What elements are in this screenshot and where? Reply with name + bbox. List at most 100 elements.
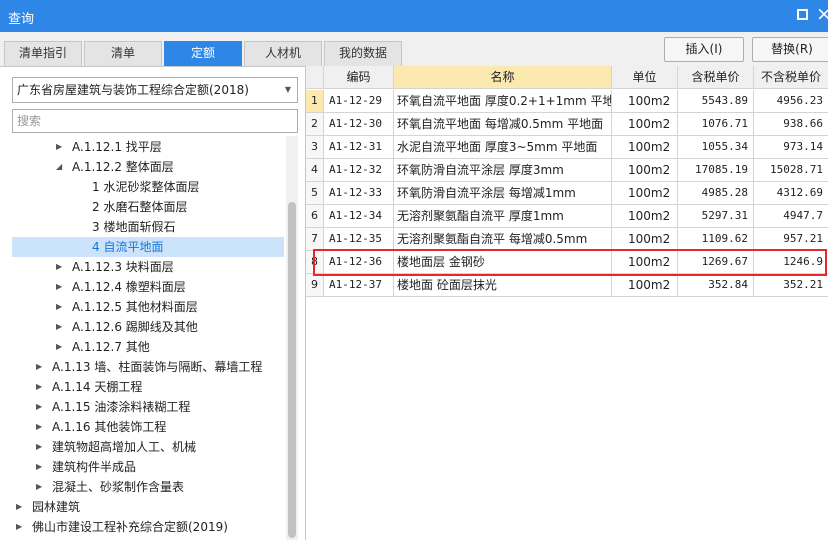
tab-list-guide[interactable]: 清单指引 [4, 41, 82, 66]
column-header[interactable]: 不含税单价 [754, 66, 828, 89]
table-row[interactable]: 6 A1-12-34 无溶剂聚氨酯自流平 厚度1mm 100m2 5297.31 4947… [306, 205, 828, 228]
tree-item-label: 1 水泥砂浆整体面层 [92, 180, 200, 194]
tree-item[interactable]: ▶ 建筑构件半成品 [12, 457, 284, 477]
search-input[interactable]: 搜索 [12, 109, 298, 133]
cell-name: 楼地面 砼面层抹光 [394, 274, 612, 297]
table-row[interactable]: 4 A1-12-32 环氧防滑自流平涂层 厚度3mm 100m2 17085.19 150… [306, 159, 828, 182]
tree-item[interactable]: 2 水磨石整体面层 [12, 197, 284, 217]
tree-item[interactable]: ▶ 混凝土、砂浆制作含量表 [12, 477, 284, 497]
expand-icon[interactable]: ▶ [56, 137, 62, 157]
tree-item[interactable]: ▶ 佛山市建设工程补充综合定额(2019) [12, 517, 284, 537]
tree-item[interactable]: ▶ A.1.13 墙、柱面装饰与隔断、幕墙工程 [12, 357, 284, 377]
table-row[interactable]: 1 A1-12-29 环氧自流平地面 厚度0.2+1+1mm 平地面 100m2 554… [306, 90, 828, 113]
cell-name: 无溶剂聚氨酯自流平 厚度1mm [394, 205, 612, 228]
tree-item[interactable]: ▶ A.1.12.5 其他材料面层 [12, 297, 284, 317]
tab-list[interactable]: 清单 [84, 41, 162, 66]
cell-code: A1-12-35 [324, 228, 394, 251]
cell-price-notax: 973.14 [754, 136, 828, 159]
cell-price-notax: 4312.69 [754, 182, 828, 205]
tree-item-label: A.1.12.1 找平层 [72, 140, 162, 154]
quota-table: 编码 名称 单位 含税单价 不含税单价 1 A1-12-29 环氧自流平地面 厚度0.2+1+… [305, 66, 828, 540]
tree-item-label: A.1.12.7 其他 [72, 340, 150, 354]
tree-scrollbar[interactable] [286, 136, 298, 540]
cell-name: 无溶剂聚氨酯自流平 每增减0.5mm [394, 228, 612, 251]
table-row[interactable]: 7 A1-12-35 无溶剂聚氨酯自流平 每增减0.5mm 100m2 1109.62 9… [306, 228, 828, 251]
cell-unit: 100m2 [612, 159, 678, 182]
tree-item[interactable]: ▶ A.1.12.1 找平层 [12, 137, 284, 157]
table-row[interactable]: 3 A1-12-31 水泥自流平地面 厚度3~5mm 平地面 100m2 1055.34… [306, 136, 828, 159]
replace-button[interactable]: 替换(R) [752, 37, 828, 62]
cell-price-tax: 352.84 [678, 274, 754, 297]
tree-item[interactable]: 1 水泥砂浆整体面层 [12, 177, 284, 197]
insert-button[interactable]: 插入(I) [664, 37, 744, 62]
expand-icon[interactable]: ▶ [56, 317, 62, 337]
expand-icon[interactable]: ▶ [56, 277, 62, 297]
tree-item-label: A.1.14 天棚工程 [52, 380, 143, 394]
table-row[interactable]: 9 A1-12-37 楼地面 砼面层抹光 100m2 352.84 352.21 [306, 274, 828, 297]
window-title: 查询 [8, 12, 35, 27]
restore-icon[interactable] [797, 9, 808, 20]
cell-no: 2 [306, 113, 324, 136]
expand-icon[interactable]: ▶ [36, 357, 42, 377]
tree-item[interactable]: 4 自流平地面 [12, 237, 284, 257]
cell-code: A1-12-29 [324, 90, 394, 113]
scrollbar-thumb[interactable] [288, 202, 296, 538]
tab-my-data[interactable]: 我的数据 [324, 41, 402, 66]
tree-item[interactable]: ▶ A.1.12.4 橡塑料面层 [12, 277, 284, 297]
tree-item-label: 混凝土、砂浆制作含量表 [52, 480, 185, 494]
table-row[interactable]: 5 A1-12-33 环氧防滑自流平涂层 每增减1mm 100m2 4985.28 431… [306, 182, 828, 205]
tree-item-label: A.1.12.5 其他材料面层 [72, 300, 198, 314]
expand-icon[interactable]: ▶ [36, 417, 42, 437]
cell-unit: 100m2 [612, 228, 678, 251]
expand-icon[interactable]: ▶ [16, 517, 22, 537]
close-icon[interactable]: × [816, 3, 828, 25]
tree-item[interactable]: ◢ A.1.12.2 整体面层 [12, 157, 284, 177]
cell-no: 7 [306, 228, 324, 251]
column-header[interactable]: 单位 [612, 66, 678, 89]
cell-no: 4 [306, 159, 324, 182]
table-row[interactable]: 2 A1-12-30 环氧自流平地面 每增减0.5mm 平地面 100m2 1076.7… [306, 113, 828, 136]
cell-price-tax: 5297.31 [678, 205, 754, 228]
expand-icon[interactable]: ▶ [56, 257, 62, 277]
expand-icon[interactable]: ▶ [36, 377, 42, 397]
tab-labor-material-machine[interactable]: 人材机 [244, 41, 322, 66]
tree-item[interactable]: ▶ A.1.12.6 踢脚线及其他 [12, 317, 284, 337]
cell-name: 环氧自流平地面 厚度0.2+1+1mm 平地面 [394, 90, 612, 113]
tree-item[interactable]: ▶ A.1.15 油漆涂料裱糊工程 [12, 397, 284, 417]
tree-item-label: A.1.13 墙、柱面装饰与隔断、幕墙工程 [52, 360, 263, 374]
expand-icon[interactable]: ▶ [56, 297, 62, 317]
tree-item-label: A.1.15 油漆涂料裱糊工程 [52, 400, 191, 414]
column-header[interactable]: 编码 [324, 66, 394, 89]
expand-icon[interactable]: ▶ [36, 437, 42, 457]
tree-item[interactable]: ▶ A.1.12.3 块料面层 [12, 257, 284, 277]
tree-item-label: A.1.12.6 踢脚线及其他 [72, 320, 198, 334]
cell-price-tax: 1076.71 [678, 113, 754, 136]
cell-code: A1-12-37 [324, 274, 394, 297]
tab-quota[interactable]: 定额 [164, 41, 242, 66]
expand-icon[interactable]: ▶ [16, 497, 22, 517]
cell-code: A1-12-33 [324, 182, 394, 205]
quota-library-value: 广东省房屋建筑与装饰工程综合定额(2018) [17, 83, 249, 97]
expand-icon[interactable]: ▶ [36, 457, 42, 477]
tree-item[interactable]: 3 楼地面斩假石 [12, 217, 284, 237]
column-header[interactable]: 含税单价 [678, 66, 754, 89]
collapse-icon[interactable]: ◢ [56, 157, 62, 177]
quota-library-select[interactable]: 广东省房屋建筑与装饰工程综合定额(2018) ▼ [12, 77, 298, 103]
expand-icon[interactable]: ▶ [36, 397, 42, 417]
tree-item-label: A.1.16 其他装饰工程 [52, 420, 167, 434]
tree-item[interactable]: ▶ 建筑物超高增加人工、机械 [12, 437, 284, 457]
tree-item[interactable]: ▶ A.1.16 其他装饰工程 [12, 417, 284, 437]
cell-price-tax: 1109.62 [678, 228, 754, 251]
tree-item[interactable]: ▶ 园林建筑 [12, 497, 284, 517]
column-header[interactable]: 名称 [394, 66, 612, 89]
cell-price-notax: 4956.23 [754, 90, 828, 113]
expand-icon[interactable]: ▶ [36, 477, 42, 497]
tree-item[interactable]: ▶ A.1.14 天棚工程 [12, 377, 284, 397]
table-header: 编码 名称 单位 含税单价 不含税单价 [306, 66, 828, 89]
tree-item-label: A.1.12.4 橡塑料面层 [72, 280, 186, 294]
cell-unit: 100m2 [612, 113, 678, 136]
tree-item[interactable]: ▶ A.1.12.7 其他 [12, 337, 284, 357]
cell-price-notax: 352.21 [754, 274, 828, 297]
expand-icon[interactable]: ▶ [56, 337, 62, 357]
cell-price-notax: 4947.7 [754, 205, 828, 228]
